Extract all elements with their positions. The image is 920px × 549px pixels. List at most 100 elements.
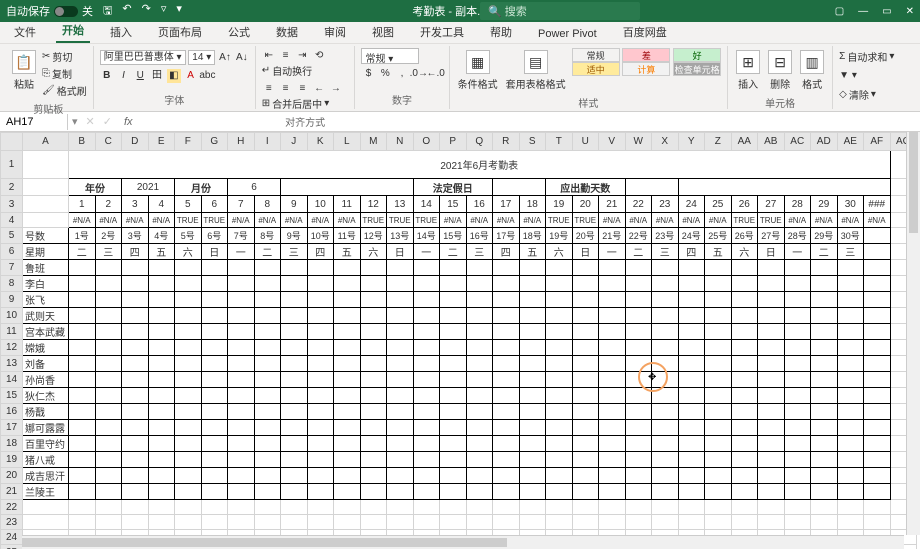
copy-button[interactable]: ⎘ 复制	[42, 65, 87, 82]
data-cell[interactable]	[281, 324, 308, 340]
month-label[interactable]: 月份	[175, 179, 228, 196]
data-cell[interactable]	[864, 468, 891, 484]
orientation-icon[interactable]: ⟲	[312, 48, 326, 62]
data-cell[interactable]	[228, 388, 255, 404]
data-cell[interactable]	[360, 388, 387, 404]
align-left-icon[interactable]: ≡	[262, 81, 276, 95]
tab-百度网盘[interactable]: 百度网盘	[617, 21, 673, 43]
data-cell[interactable]	[122, 276, 149, 292]
data-cell[interactable]	[201, 292, 228, 308]
redo-icon[interactable]: ↷	[142, 2, 151, 21]
style-neutral[interactable]: 适中	[572, 62, 620, 76]
data-cell[interactable]	[811, 436, 838, 452]
row-header[interactable]: 25	[1, 545, 23, 549]
close-icon[interactable]: ✕	[906, 6, 914, 17]
data-cell[interactable]: 9号	[281, 228, 308, 244]
data-cell[interactable]	[360, 484, 387, 500]
data-cell[interactable]	[175, 340, 202, 356]
empty-cell[interactable]	[69, 515, 96, 530]
empty-cell[interactable]	[281, 500, 308, 515]
data-cell[interactable]	[360, 324, 387, 340]
data-cell[interactable]	[69, 484, 96, 500]
data-cell[interactable]	[95, 468, 122, 484]
data-cell[interactable]	[95, 404, 122, 420]
data-cell[interactable]	[413, 260, 440, 276]
row-header[interactable]: 9	[1, 292, 23, 308]
data-cell[interactable]: 3	[122, 196, 149, 213]
horizontal-scrollbar[interactable]	[22, 535, 904, 549]
col-header[interactable]: AE	[837, 133, 864, 151]
data-cell[interactable]	[837, 356, 864, 372]
insert-button[interactable]: ⊞插入	[734, 48, 762, 93]
cut-button[interactable]: ✂ 剪切	[42, 48, 87, 65]
data-cell[interactable]	[784, 484, 811, 500]
data-cell[interactable]: 2	[95, 196, 122, 213]
data-cell[interactable]: 12	[360, 196, 387, 213]
data-cell[interactable]	[493, 420, 520, 436]
data-cell[interactable]	[281, 468, 308, 484]
data-cell[interactable]	[254, 340, 281, 356]
data-cell[interactable]	[625, 356, 652, 372]
data-cell[interactable]	[572, 324, 599, 340]
data-cell[interactable]	[440, 436, 467, 452]
data-cell[interactable]: 日	[758, 244, 785, 260]
data-cell[interactable]	[758, 372, 785, 388]
data-cell[interactable]	[281, 356, 308, 372]
empty-cell[interactable]	[599, 500, 626, 515]
data-cell[interactable]	[413, 420, 440, 436]
row-label[interactable]: 星期	[23, 244, 69, 260]
data-cell[interactable]	[599, 308, 626, 324]
empty-cell[interactable]	[307, 500, 334, 515]
empty-cell[interactable]	[95, 500, 122, 515]
data-cell[interactable]	[387, 324, 414, 340]
data-cell[interactable]: 23	[652, 196, 679, 213]
col-header[interactable]: Z	[705, 133, 732, 151]
data-cell[interactable]	[758, 420, 785, 436]
empty-cell[interactable]	[122, 500, 149, 515]
data-cell[interactable]	[493, 340, 520, 356]
data-cell[interactable]	[334, 468, 361, 484]
format-button[interactable]: ▥格式	[798, 48, 826, 93]
data-cell[interactable]: 四	[493, 244, 520, 260]
col-header[interactable]: R	[493, 133, 520, 151]
data-cell[interactable]	[440, 340, 467, 356]
data-cell[interactable]	[811, 356, 838, 372]
empty-cell[interactable]	[69, 500, 96, 515]
data-cell[interactable]: 25	[705, 196, 732, 213]
data-cell[interactable]	[122, 260, 149, 276]
data-cell[interactable]	[175, 388, 202, 404]
employee-name[interactable]: 猪八戒	[23, 452, 69, 468]
data-cell[interactable]	[705, 324, 732, 340]
data-cell[interactable]	[360, 292, 387, 308]
data-cell[interactable]: TRUE	[413, 213, 440, 228]
data-cell[interactable]	[811, 484, 838, 500]
data-cell[interactable]: 六	[175, 244, 202, 260]
data-cell[interactable]	[705, 388, 732, 404]
data-cell[interactable]	[122, 372, 149, 388]
cell-styles-gallery[interactable]: 常规 差 好 适中 计算 检查单元格	[572, 48, 722, 76]
data-cell[interactable]	[652, 324, 679, 340]
data-cell[interactable]	[493, 468, 520, 484]
employee-name[interactable]: 刘备	[23, 356, 69, 372]
col-header[interactable]: K	[307, 133, 334, 151]
data-cell[interactable]	[731, 388, 758, 404]
formula-input[interactable]	[141, 120, 920, 124]
minimize-icon[interactable]: —	[858, 6, 868, 17]
col-header[interactable]: N	[387, 133, 414, 151]
paste-button[interactable]: 📋 粘贴	[10, 48, 38, 93]
data-cell[interactable]: 30号	[837, 228, 864, 244]
align-top-icon[interactable]: ⇤	[262, 48, 276, 62]
data-cell[interactable]	[413, 388, 440, 404]
col-header[interactable]: D	[122, 133, 149, 151]
data-cell[interactable]: 六	[546, 244, 573, 260]
data-cell[interactable]	[281, 452, 308, 468]
maximize-icon[interactable]: ▭	[882, 6, 891, 17]
data-cell[interactable]	[228, 420, 255, 436]
data-cell[interactable]	[95, 484, 122, 500]
empty-cell[interactable]	[731, 515, 758, 530]
data-cell[interactable]	[122, 452, 149, 468]
data-cell[interactable]	[652, 276, 679, 292]
data-cell[interactable]	[784, 324, 811, 340]
data-cell[interactable]	[572, 484, 599, 500]
data-cell[interactable]: #N/A	[599, 213, 626, 228]
